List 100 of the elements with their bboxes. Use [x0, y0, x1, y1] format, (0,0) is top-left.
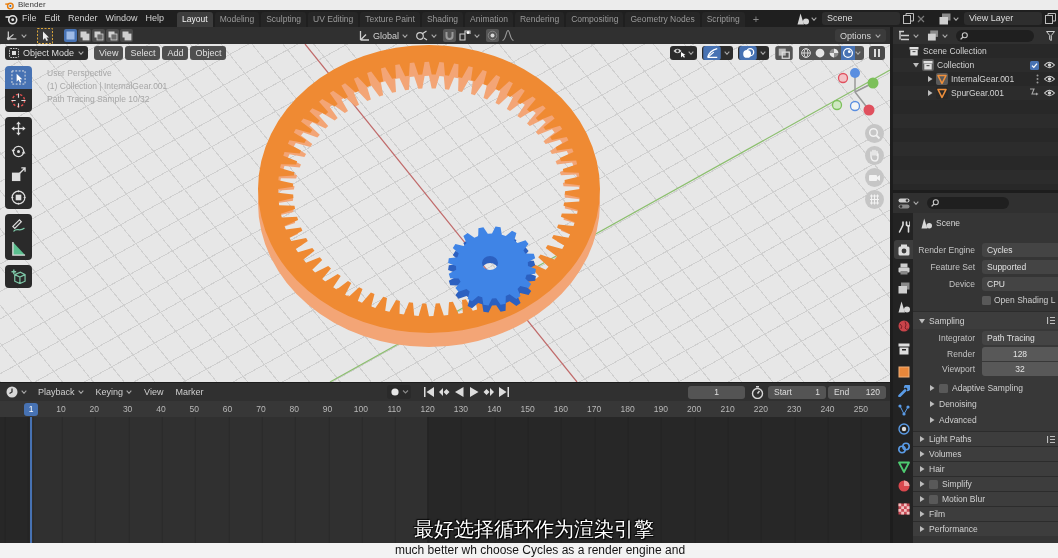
editor-type-button[interactable] — [6, 385, 27, 399]
workspace-tab[interactable]: Texture Paint — [360, 12, 420, 27]
outliner-item-label[interactable]: Scene Collection — [923, 46, 987, 56]
tool-button[interactable] — [5, 237, 32, 260]
menu-button[interactable]: View — [94, 45, 124, 60]
checkbox-label[interactable]: Open Shading L — [994, 295, 1056, 305]
workspace-tab[interactable]: Sculpting — [261, 12, 307, 27]
wireframe-sphere-icon[interactable] — [799, 45, 813, 60]
disclosure-triangle-icon[interactable] — [919, 511, 925, 517]
dropdown-field[interactable]: Path Tracing — [982, 330, 1058, 345]
disclosure-triangle-icon[interactable] — [927, 90, 933, 96]
checkbox[interactable] — [982, 295, 991, 305]
disclosure-triangle-icon[interactable] — [919, 436, 925, 442]
disclosure-triangle-icon[interactable] — [919, 526, 925, 532]
end-frame-field[interactable]: End 120 — [828, 385, 886, 399]
panel-header[interactable]: Volumes — [913, 446, 1058, 461]
proportional-edit-dropdown[interactable] — [486, 28, 514, 43]
outliner-item-label[interactable]: Collection — [937, 60, 975, 70]
disclosure-triangle-icon[interactable] — [919, 496, 925, 502]
panel-header[interactable]: Sampling — [913, 311, 1058, 329]
skip-to-end-icon[interactable] — [497, 386, 510, 398]
tool-button[interactable] — [5, 265, 32, 288]
disclosure-triangle-icon[interactable] — [929, 401, 935, 407]
extend-selection-icon[interactable] — [78, 29, 91, 42]
checkbox[interactable] — [929, 494, 938, 504]
checkbox[interactable] — [929, 479, 938, 489]
triangle-mesh-icon[interactable] — [936, 73, 948, 85]
menu-button[interactable]: Select — [125, 45, 161, 60]
checkbox[interactable] — [939, 383, 948, 393]
disclosure-triangle-icon[interactable] — [919, 451, 925, 457]
panel-header[interactable]: Simplify — [913, 476, 1058, 491]
menu-item[interactable]: View — [139, 385, 169, 399]
dropdown-menu[interactable]: Keying — [90, 385, 138, 399]
dropdown-field[interactable]: CPU — [982, 276, 1058, 291]
workspace-tab[interactable]: Geometry Nodes — [625, 12, 700, 27]
outliner-item-label[interactable]: SpurGear.001 — [951, 88, 1004, 98]
snap-dropdown[interactable] — [443, 28, 480, 43]
view-layer-name-field[interactable]: View Layer — [964, 12, 1042, 25]
checkbox[interactable] — [1030, 60, 1039, 70]
eye-icon[interactable] — [1044, 75, 1055, 83]
close-icon[interactable] — [917, 14, 925, 23]
gizmo-dropdown[interactable] — [702, 45, 733, 60]
search-field[interactable] — [927, 197, 1009, 209]
dropdown-field[interactable]: Supported — [982, 259, 1058, 274]
playhead-frame[interactable]: 1 — [24, 402, 38, 416]
new-selection-icon[interactable] — [64, 29, 77, 42]
editor-type-button[interactable] — [898, 196, 919, 210]
tool-button[interactable] — [5, 186, 32, 209]
list-icon[interactable] — [1047, 434, 1055, 444]
workspace-tab[interactable]: Rendering — [514, 12, 565, 27]
next-keyframe-icon[interactable] — [482, 386, 495, 398]
disclosure-triangle-icon[interactable] — [929, 385, 935, 391]
filter-funnel-icon[interactable] — [1046, 30, 1055, 41]
pivot-dropdown[interactable] — [416, 28, 437, 43]
workspace-tab[interactable]: Shading — [421, 12, 464, 27]
panel-header[interactable]: Performance — [913, 521, 1058, 536]
add-workspace-button[interactable]: + — [746, 12, 766, 27]
editor-type-button[interactable] — [898, 28, 919, 43]
panel-header[interactable]: Light Paths — [913, 431, 1058, 446]
list-icon[interactable] — [1047, 316, 1055, 325]
tool-button[interactable] — [5, 117, 32, 140]
pause-icon[interactable] — [869, 45, 885, 60]
workspace-tab[interactable]: Scripting — [701, 12, 745, 27]
display-filter-button[interactable] — [927, 28, 948, 43]
gizmo-toggle[interactable] — [702, 45, 722, 60]
invert-selection-icon[interactable] — [106, 29, 119, 42]
start-frame-field[interactable]: Start 1 — [768, 385, 826, 399]
menu-item[interactable]: Render — [64, 11, 102, 26]
eye-icon[interactable] — [1044, 61, 1055, 69]
subpanel-header[interactable]: Adaptive Sampling — [913, 380, 1058, 396]
menu-button[interactable]: Object — [190, 45, 227, 60]
panel-header[interactable]: Film — [913, 506, 1058, 521]
menu-item[interactable]: Help — [141, 11, 169, 26]
dropdown-menu[interactable]: Playback — [33, 385, 89, 399]
scene-name-field[interactable]: Scene — [822, 12, 900, 25]
xray-toggle[interactable] — [774, 45, 794, 60]
timeline-ruler[interactable]: 1 10 20 30 40 50 60 70 80 90 100 110 120 130 140 150 160 170 180 190 200 210 220 230 240 250 — [0, 401, 890, 417]
workspace-tab[interactable]: Animation — [465, 12, 513, 27]
subpanel-header[interactable]: Advanced — [913, 412, 1058, 428]
workspace-tab[interactable]: Layout — [177, 12, 213, 27]
editor-type-button[interactable] — [6, 28, 27, 43]
subtract-selection-icon[interactable] — [92, 29, 105, 42]
tool-button[interactable] — [5, 89, 32, 112]
intersect-selection-icon[interactable] — [120, 29, 133, 42]
search-field[interactable] — [956, 29, 1034, 42]
rendered-sphere-icon[interactable] — [841, 45, 855, 60]
menu-item[interactable]: Window — [101, 11, 142, 26]
subpanel-header[interactable]: Denoising — [913, 396, 1058, 412]
stopwatch-icon[interactable] — [751, 385, 764, 399]
disclosure-triangle-icon[interactable] — [919, 317, 925, 324]
options-dropdown[interactable]: Options — [834, 29, 886, 42]
skip-to-start-icon[interactable] — [422, 386, 435, 398]
previous-keyframe-icon[interactable] — [437, 386, 450, 398]
properties-tab[interactable] — [894, 240, 913, 259]
disclosure-triangle-icon[interactable] — [913, 62, 919, 68]
disclosure-triangle-icon[interactable] — [929, 417, 935, 423]
duplicate-icon[interactable] — [1045, 13, 1056, 24]
selectability-dropdown[interactable] — [670, 45, 697, 60]
mode-dropdown[interactable]: Object Mode — [5, 45, 89, 60]
menu-item[interactable]: Edit — [40, 11, 65, 26]
